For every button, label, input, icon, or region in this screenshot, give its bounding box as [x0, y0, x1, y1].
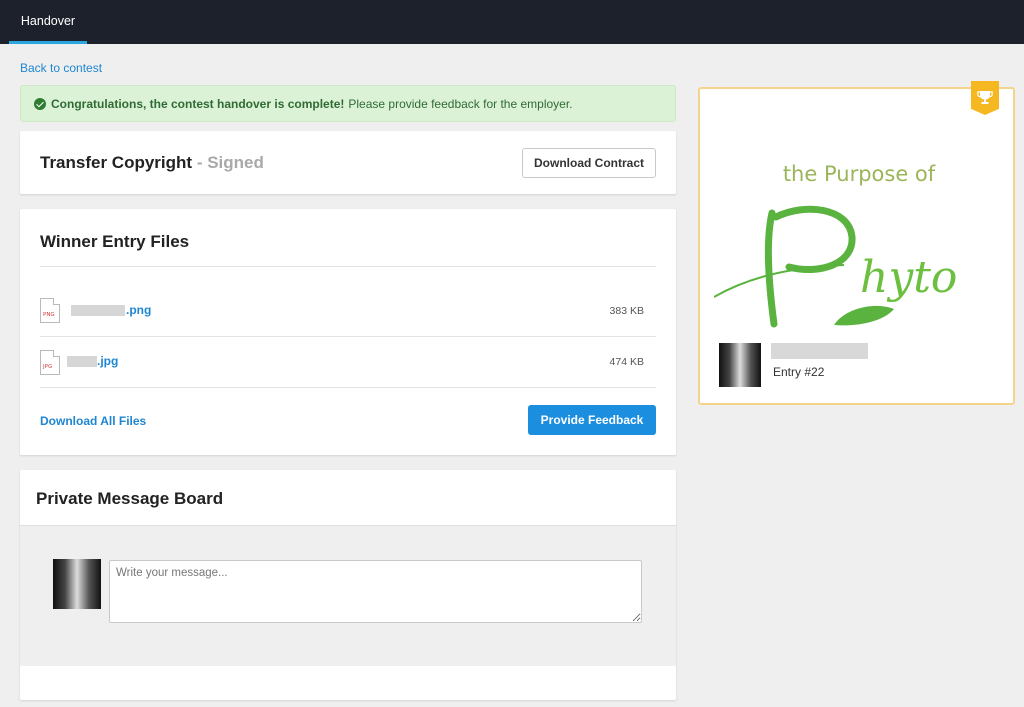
transfer-copyright-card: Transfer Copyright - Signed Download Con… [20, 131, 676, 194]
winning-entry-card[interactable]: the Purpose of hyto Entry #22 [698, 81, 1015, 405]
message-board-title: Private Message Board [36, 489, 224, 508]
jpg-file-icon: JPG [40, 350, 60, 375]
file-icon-ext: JPG [43, 364, 53, 370]
divider [40, 387, 656, 388]
alert-strong-text: Congratulations, the contest handover is… [51, 96, 345, 111]
file-size: 474 KB [609, 356, 644, 368]
winner-entry-files-card: Winner Entry Files PNG .png 383 KB JPG .… [20, 209, 676, 455]
success-alert: Congratulations, the contest handover is… [20, 85, 676, 122]
file-link[interactable]: .jpg [97, 354, 118, 368]
png-file-icon: PNG [40, 298, 60, 323]
logo-tagline: the Purpose of [783, 162, 936, 186]
tab-handover[interactable]: Handover [9, 0, 87, 44]
back-to-contest-link[interactable]: Back to contest [20, 61, 102, 75]
avatar [53, 559, 101, 609]
entry-number: Entry #22 [773, 365, 825, 379]
redacted-winner-name [771, 343, 868, 359]
file-size: 383 KB [609, 305, 644, 317]
download-all-files-link[interactable]: Download All Files [40, 414, 146, 428]
redacted-filename [67, 356, 97, 367]
private-message-board-card: Private Message Board [20, 470, 676, 700]
file-link[interactable]: .png [126, 303, 151, 317]
message-input[interactable] [109, 560, 642, 623]
entry-logo-image: the Purpose of hyto [714, 162, 957, 328]
redacted-filename [71, 305, 125, 316]
top-nav-bar: Handover [0, 0, 1024, 44]
alert-text: Please provide feedback for the employer… [348, 96, 573, 111]
winner-avatar [719, 343, 761, 387]
logo-word: hyto [860, 252, 957, 303]
copyright-status: - Signed [196, 153, 264, 172]
file-row: JPG .jpg 474 KB [40, 337, 656, 387]
divider [40, 266, 656, 267]
download-contract-button[interactable]: Download Contract [522, 148, 656, 178]
file-row: PNG .png 383 KB [40, 286, 656, 336]
file-icon-ext: PNG [43, 312, 55, 318]
message-composer [20, 525, 676, 666]
provide-feedback-button[interactable]: Provide Feedback [528, 405, 656, 435]
files-title: Winner Entry Files [40, 232, 190, 251]
copyright-title-text: Transfer Copyright [40, 153, 193, 172]
check-circle-icon [34, 97, 46, 110]
trophy-icon [971, 81, 999, 115]
copyright-title: Transfer Copyright - Signed [40, 153, 264, 173]
